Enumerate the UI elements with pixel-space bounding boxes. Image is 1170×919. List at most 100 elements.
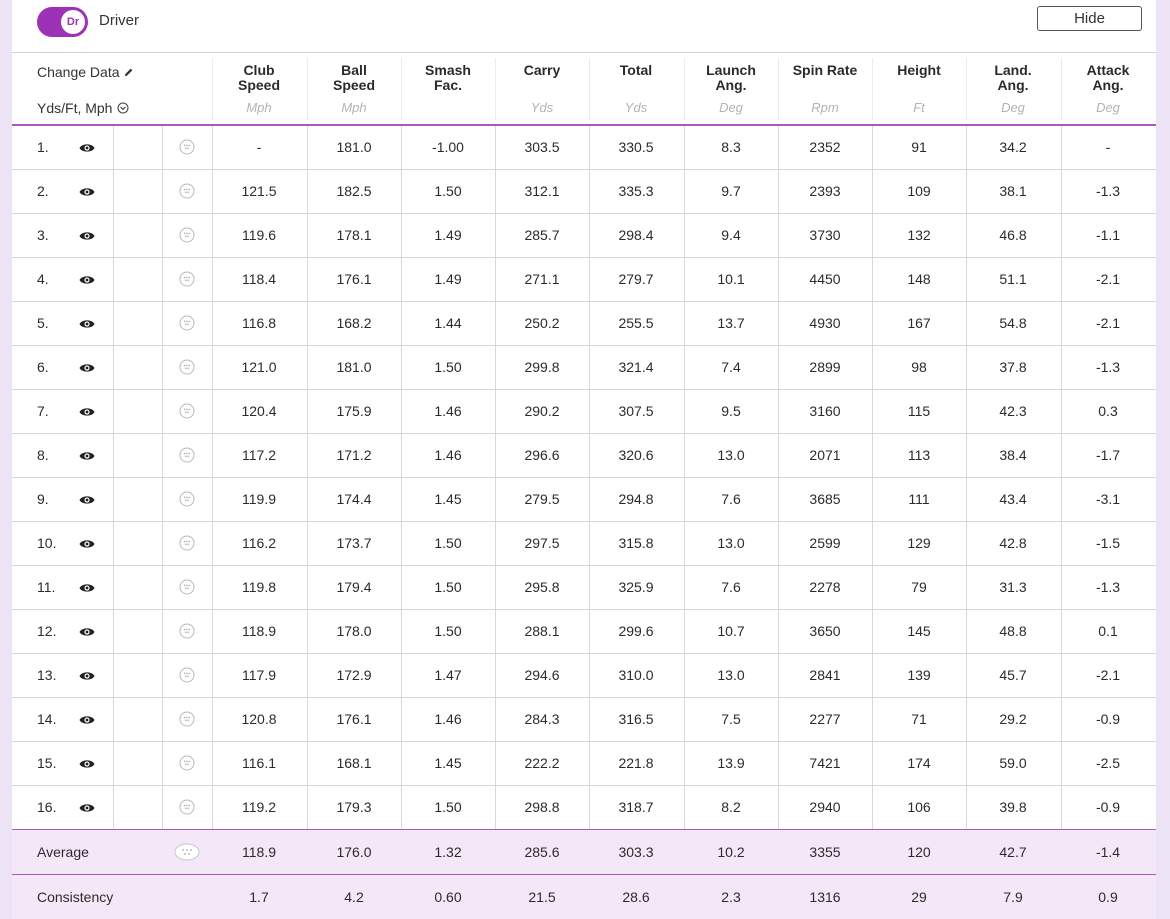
- golf-ball-icon[interactable]: [179, 183, 195, 199]
- cell-land-ang: 31.3: [999, 579, 1027, 595]
- table-row[interactable]: 4. 118.4 176.1 1.49 271.1 279.7 10.1 4450 148 51.…: [12, 258, 1156, 302]
- change-data-button[interactable]: Change Data: [37, 64, 134, 80]
- shot-number: 8.: [37, 447, 49, 463]
- column-header-club-speed[interactable]: Club Speed: [212, 63, 306, 93]
- column-header-smash-fac[interactable]: Smash Fac.: [401, 63, 495, 93]
- cell-ball-speed: 173.7: [336, 535, 372, 551]
- column-header-height[interactable]: Height: [872, 63, 966, 78]
- golf-ball-icon[interactable]: [179, 579, 195, 595]
- header-gridline: [401, 58, 402, 120]
- cell-ball-speed: 172.9: [336, 667, 372, 683]
- column-unit-ball-speed: Mph: [341, 100, 367, 115]
- club-label: Driver: [99, 12, 139, 29]
- golf-ball-icon[interactable]: [179, 447, 195, 463]
- table-row[interactable]: 10. 116.2 173.7 1.50 297.5 315.8 13.0 2599 129 42…: [12, 522, 1156, 566]
- table-row[interactable]: 5. 116.8 168.2 1.44 250.2 255.5 13.7 4930 167 54.…: [12, 302, 1156, 346]
- cell-total: 279.7: [618, 271, 654, 287]
- cell-carry: 298.8: [524, 799, 560, 815]
- cell-attack-ang: -1.3: [1095, 183, 1121, 199]
- cell-land-ang: 38.4: [999, 447, 1027, 463]
- table-row[interactable]: 12. 118.9 178.0 1.50 288.1 299.6 10.7 3650 145 48…: [12, 610, 1156, 654]
- table-row[interactable]: 1. - 181.0 -1.00 303.5 330.5 8.3 2352 91 34.2 -: [12, 126, 1156, 170]
- eye-icon[interactable]: [79, 185, 95, 197]
- cell-smash-fac: 1.44: [434, 315, 462, 331]
- table-row[interactable]: 14. 120.8 176.1 1.46 284.3 316.5 7.5 2277 71 29.2…: [12, 698, 1156, 742]
- column-header-launch-ang[interactable]: Launch Ang.: [684, 63, 778, 93]
- cell-smash-fac: 1.46: [434, 447, 462, 463]
- cell-carry: 296.6: [524, 447, 560, 463]
- table-row[interactable]: 7. 120.4 175.9 1.46 290.2 307.5 9.5 3160 115 42.3…: [12, 390, 1156, 434]
- golf-ball-icon[interactable]: [179, 227, 195, 243]
- table-row[interactable]: 13. 117.9 172.9 1.47 294.6 310.0 13.0 2841 139 45…: [12, 654, 1156, 698]
- golf-ball-icon[interactable]: [179, 755, 195, 771]
- units-selector[interactable]: Yds/Ft, Mph: [37, 100, 130, 116]
- column-header-attack-ang[interactable]: Attack Ang.: [1061, 63, 1155, 93]
- eye-icon[interactable]: [79, 273, 95, 285]
- column-unit-launch-ang: Deg: [719, 100, 743, 115]
- cell-attack-ang: -1.7: [1095, 447, 1121, 463]
- eye-icon[interactable]: [79, 669, 95, 681]
- table-row[interactable]: 3. 119.6 178.1 1.49 285.7 298.4 9.4 3730 132 46.8…: [12, 214, 1156, 258]
- eye-icon[interactable]: [79, 317, 95, 329]
- golf-ball-icon[interactable]: [179, 271, 195, 287]
- eye-icon[interactable]: [79, 141, 95, 153]
- column-header-land-ang[interactable]: Land. Ang.: [966, 63, 1060, 93]
- cell-smash-fac: 1.50: [434, 579, 462, 595]
- shot-number: 4.: [37, 271, 49, 287]
- club-toggle[interactable]: Dr: [37, 7, 88, 37]
- table-row[interactable]: 8. 117.2 171.2 1.46 296.6 320.6 13.0 2071 113 38.…: [12, 434, 1156, 478]
- consistency-cell-height: 29: [911, 889, 927, 905]
- eye-icon[interactable]: [79, 405, 95, 417]
- cell-land-ang: 42.8: [999, 535, 1027, 551]
- eye-icon[interactable]: [79, 537, 95, 549]
- cell-carry: 299.8: [524, 359, 560, 375]
- eye-icon[interactable]: [79, 493, 95, 505]
- cell-attack-ang: 0.1: [1098, 623, 1118, 639]
- units-label: Yds/Ft, Mph: [37, 100, 113, 116]
- golf-ball-icon[interactable]: [179, 139, 195, 155]
- eye-icon[interactable]: [79, 449, 95, 461]
- shot-number: 5.: [37, 315, 49, 331]
- golf-ball-icon[interactable]: [179, 667, 195, 683]
- cell-attack-ang: -2.1: [1095, 271, 1121, 287]
- cell-ball-speed: 176.1: [336, 271, 372, 287]
- golf-ball-icon[interactable]: [179, 623, 195, 639]
- column-header-total[interactable]: Total: [589, 63, 683, 78]
- eye-icon[interactable]: [79, 625, 95, 637]
- column-header-carry[interactable]: Carry: [495, 63, 589, 78]
- cell-land-ang: 45.7: [999, 667, 1027, 683]
- cell-club-speed: 119.2: [242, 799, 276, 815]
- eye-icon[interactable]: [79, 229, 95, 241]
- consistency-cell-total: 28.6: [622, 889, 650, 905]
- table-row[interactable]: 2. 121.5 182.5 1.50 312.1 335.3 9.7 2393 109 38.1…: [12, 170, 1156, 214]
- golf-ball-icon[interactable]: [179, 799, 195, 815]
- golf-ball-icon[interactable]: [179, 535, 195, 551]
- golf-ball-icon[interactable]: [179, 711, 195, 727]
- header-gridline: [307, 58, 308, 120]
- eye-icon[interactable]: [79, 713, 95, 725]
- cell-height: 79: [911, 579, 927, 595]
- average-cell-ball-speed: 176.0: [336, 844, 372, 860]
- column-header-ball-speed[interactable]: Ball Speed: [307, 63, 401, 93]
- golf-ball-icon[interactable]: [179, 403, 195, 419]
- eye-icon[interactable]: [79, 757, 95, 769]
- shot-number: 10.: [37, 535, 57, 551]
- hide-button[interactable]: Hide: [1037, 6, 1142, 31]
- cell-attack-ang: -0.9: [1095, 799, 1121, 815]
- cell-total: 310.0: [618, 667, 654, 683]
- cell-carry: 297.5: [524, 535, 560, 551]
- column-header-spin-rate[interactable]: Spin Rate: [778, 63, 872, 78]
- golf-ball-icon[interactable]: [179, 491, 195, 507]
- table-row[interactable]: 9. 119.9 174.4 1.45 279.5 294.8 7.6 3685 111 43.4…: [12, 478, 1156, 522]
- eye-icon[interactable]: [79, 581, 95, 593]
- table-row[interactable]: 16. 119.2 179.3 1.50 298.8 318.7 8.2 2940 106 39.…: [12, 786, 1156, 830]
- golf-ball-icon[interactable]: [179, 315, 195, 331]
- eye-icon[interactable]: [79, 361, 95, 373]
- table-row[interactable]: 6. 121.0 181.0 1.50 299.8 321.4 7.4 2899 98 37.8 -…: [12, 346, 1156, 390]
- cell-club-speed: 118.9: [242, 623, 276, 639]
- golf-ball-icon[interactable]: [179, 359, 195, 375]
- table-row[interactable]: 15. 116.1 168.1 1.45 222.2 221.8 13.9 7421 174 59…: [12, 742, 1156, 786]
- eye-icon[interactable]: [79, 801, 95, 813]
- cell-launch-ang: 13.0: [717, 535, 745, 551]
- table-row[interactable]: 11. 119.8 179.4 1.50 295.8 325.9 7.6 2278 79 31.3…: [12, 566, 1156, 610]
